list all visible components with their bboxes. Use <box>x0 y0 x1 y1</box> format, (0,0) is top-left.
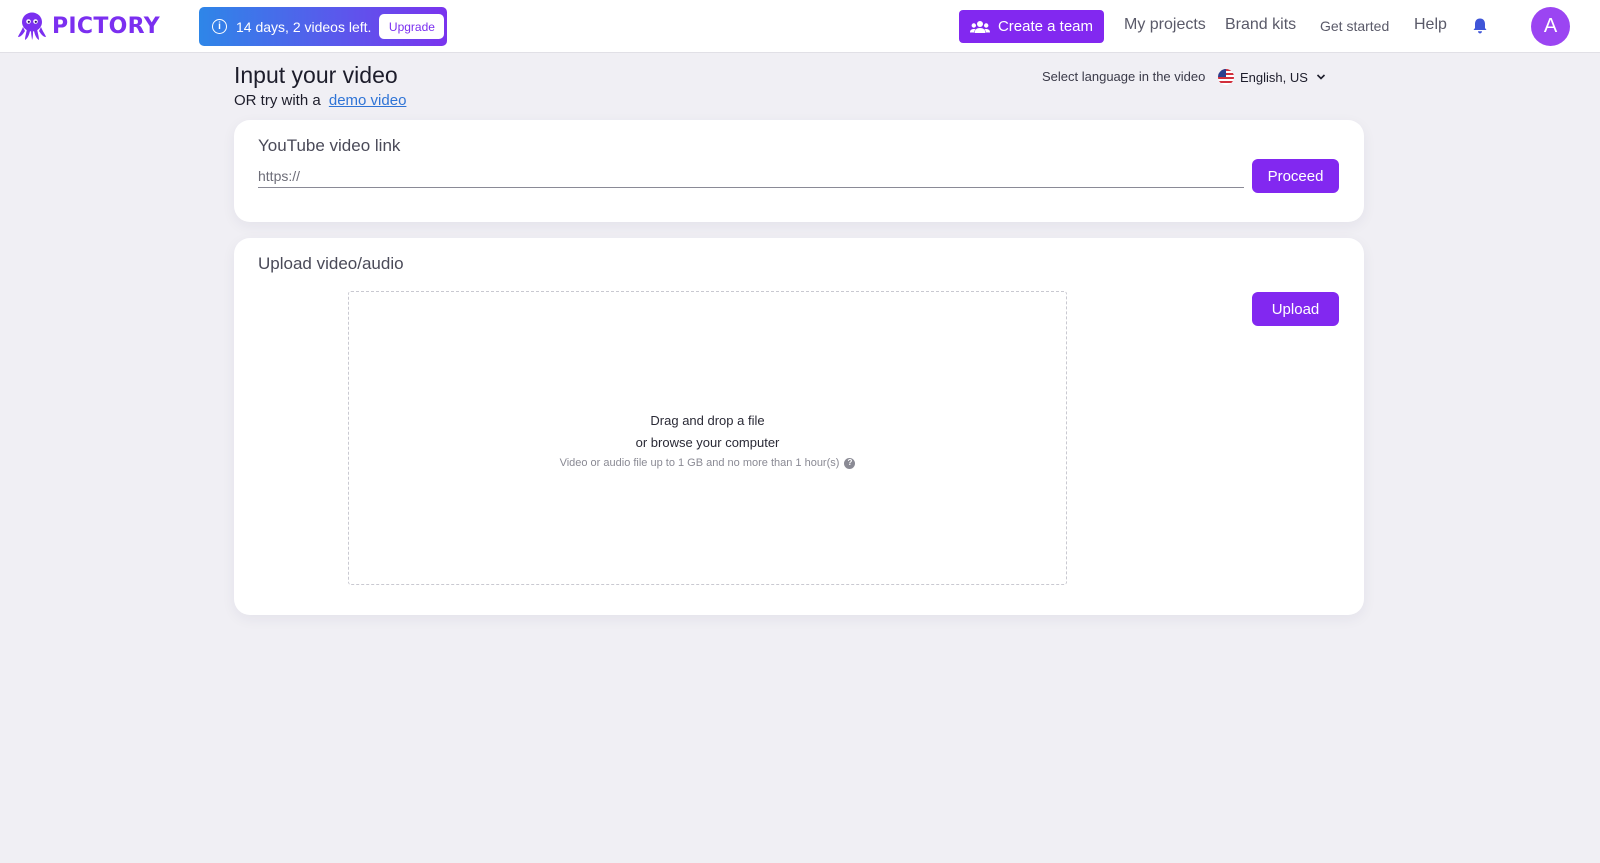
nav-brand-kits[interactable]: Brand kits <box>1225 16 1296 34</box>
demo-prefix: OR try with a <box>234 92 321 109</box>
dropzone-browse-text[interactable]: or browse your computer <box>636 432 780 454</box>
bell-icon[interactable] <box>1471 17 1489 35</box>
pictory-logo[interactable]: PICTORY <box>16 9 160 43</box>
youtube-url-input[interactable] <box>258 164 1244 188</box>
create-team-label: Create a team <box>997 18 1094 35</box>
question-icon[interactable]: ? <box>844 457 856 469</box>
trial-remaining-text: 14 days, 2 videos left. <box>236 18 372 35</box>
octopus-logo-icon <box>18 12 46 40</box>
dropzone-hint-text: Video or audio file up to 1 GB and no mo… <box>559 457 840 469</box>
proceed-button[interactable]: Proceed <box>1252 159 1339 193</box>
brand-name: PICTORY <box>52 13 160 39</box>
team-icon <box>969 20 990 33</box>
upgrade-button[interactable]: Upgrade <box>379 14 445 39</box>
us-flag-icon <box>1218 69 1234 85</box>
file-dropzone[interactable]: Drag and drop a file or browse your comp… <box>348 291 1067 585</box>
language-value: English, US <box>1240 69 1308 85</box>
chevron-down-icon <box>1316 74 1325 80</box>
youtube-link-card: YouTube video link Proceed <box>234 120 1364 222</box>
upload-card-title: Upload video/audio <box>258 254 404 273</box>
user-avatar[interactable]: A <box>1531 7 1570 46</box>
demo-line: OR try with a demo video <box>234 92 406 109</box>
youtube-card-title: YouTube video link <box>258 136 401 155</box>
trial-banner: i 14 days, 2 videos left. Upgrade <box>199 7 447 46</box>
nav-help[interactable]: Help <box>1414 16 1447 34</box>
demo-video-link[interactable]: demo video <box>329 92 407 109</box>
page-title: Input your video <box>234 62 398 88</box>
dropzone-hint: Video or audio file up to 1 GB and no mo… <box>560 454 856 472</box>
info-icon: i <box>212 19 227 34</box>
top-navigation-bar: PICTORY i 14 days, 2 videos left. Upgrad… <box>0 0 1600 53</box>
upload-card: Upload video/audio Drag and drop a file … <box>234 238 1364 615</box>
create-team-button[interactable]: Create a team <box>959 10 1104 43</box>
nav-my-projects[interactable]: My projects <box>1124 16 1206 34</box>
nav-get-started[interactable]: Get started <box>1320 18 1389 34</box>
language-select[interactable]: English, US <box>1218 67 1326 87</box>
upload-button[interactable]: Upload <box>1252 292 1339 326</box>
dropzone-drag-text: Drag and drop a file <box>650 413 765 428</box>
language-label: Select language in the video <box>1042 69 1206 84</box>
